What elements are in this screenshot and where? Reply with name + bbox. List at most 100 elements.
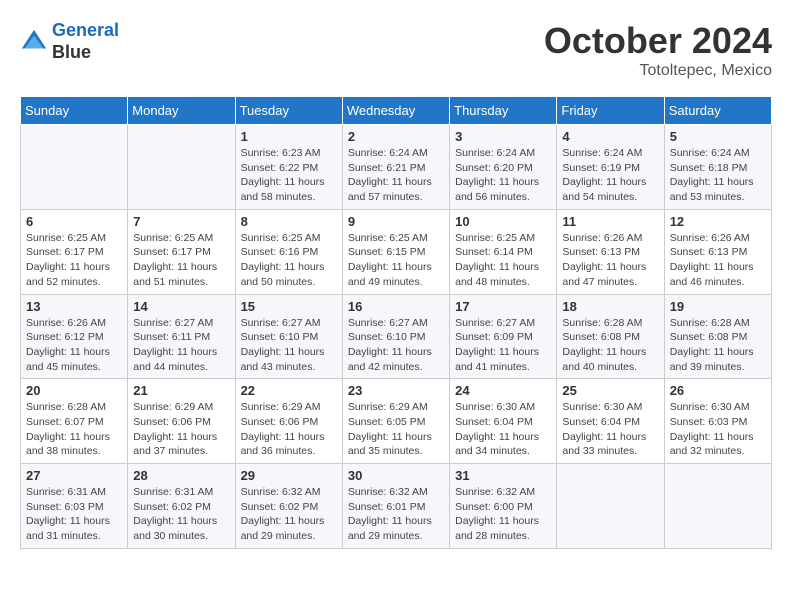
- calendar-body: 1Sunrise: 6:23 AM Sunset: 6:22 PM Daylig…: [21, 125, 772, 549]
- day-number: 21: [133, 383, 229, 398]
- day-detail: Sunrise: 6:24 AM Sunset: 6:21 PM Dayligh…: [348, 146, 444, 205]
- day-number: 22: [241, 383, 337, 398]
- calendar-cell: 2 Sunrise: 6:24 AM Sunset: 6:21 PM Daylig…: [342, 125, 449, 210]
- day-detail: Sunrise: 6:24 AM Sunset: 6:18 PM Dayligh…: [670, 146, 766, 205]
- calendar-cell: 22 Sunrise: 6:29 AM Sunset: 6:06 PM Dayli…: [235, 379, 342, 464]
- calendar-cell: 20 Sunrise: 6:28 AM Sunset: 6:07 PM Dayli…: [21, 379, 128, 464]
- day-number: 6: [26, 214, 122, 229]
- day-detail: Sunrise: 6:28 AM Sunset: 6:08 PM Dayligh…: [562, 316, 658, 375]
- day-number: 16: [348, 299, 444, 314]
- calendar-cell: 3 Sunrise: 6:24 AM Sunset: 6:20 PM Daylig…: [450, 125, 557, 210]
- day-number: 27: [26, 468, 122, 483]
- calendar-cell: 13 Sunrise: 6:26 AM Sunset: 6:12 PM Dayli…: [21, 294, 128, 379]
- day-number: 19: [670, 299, 766, 314]
- calendar-table: SundayMondayTuesdayWednesdayThursdayFrid…: [20, 96, 772, 549]
- day-detail: Sunrise: 6:27 AM Sunset: 6:10 PM Dayligh…: [241, 316, 337, 375]
- day-number: 4: [562, 129, 658, 144]
- day-number: 17: [455, 299, 551, 314]
- day-number: 31: [455, 468, 551, 483]
- day-number: 15: [241, 299, 337, 314]
- calendar-cell: 6Sunrise: 6:25 AM Sunset: 6:17 PM Daylig…: [21, 209, 128, 294]
- day-detail: Sunrise: 6:25 AM Sunset: 6:16 PM Dayligh…: [241, 231, 337, 290]
- day-detail: Sunrise: 6:32 AM Sunset: 6:02 PM Dayligh…: [241, 485, 337, 544]
- calendar-cell: 8 Sunrise: 6:25 AM Sunset: 6:16 PM Daylig…: [235, 209, 342, 294]
- calendar-cell: 5 Sunrise: 6:24 AM Sunset: 6:18 PM Daylig…: [664, 125, 771, 210]
- day-detail: Sunrise: 6:30 AM Sunset: 6:04 PM Dayligh…: [562, 400, 658, 459]
- day-of-week-header: Friday: [557, 97, 664, 125]
- day-number: 24: [455, 383, 551, 398]
- day-number: 8: [241, 214, 337, 229]
- day-number: 7: [133, 214, 229, 229]
- calendar-cell: 28 Sunrise: 6:31 AM Sunset: 6:02 PM Dayli…: [128, 464, 235, 549]
- day-number: 10: [455, 214, 551, 229]
- day-number: 5: [670, 129, 766, 144]
- day-detail: Sunrise: 6:31 AM Sunset: 6:02 PM Dayligh…: [133, 485, 229, 544]
- logo: General Blue: [20, 20, 119, 63]
- day-number: 11: [562, 214, 658, 229]
- day-detail: Sunrise: 6:29 AM Sunset: 6:05 PM Dayligh…: [348, 400, 444, 459]
- calendar-cell: 11 Sunrise: 6:26 AM Sunset: 6:13 PM Dayli…: [557, 209, 664, 294]
- day-detail: Sunrise: 6:27 AM Sunset: 6:11 PM Dayligh…: [133, 316, 229, 375]
- calendar-cell: 12Sunrise: 6:26 AM Sunset: 6:13 PM Dayli…: [664, 209, 771, 294]
- calendar-week-row: 13 Sunrise: 6:26 AM Sunset: 6:12 PM Dayli…: [21, 294, 772, 379]
- calendar-cell: 7 Sunrise: 6:25 AM Sunset: 6:17 PM Daylig…: [128, 209, 235, 294]
- calendar-cell: 24 Sunrise: 6:30 AM Sunset: 6:04 PM Dayli…: [450, 379, 557, 464]
- day-of-week-header: Saturday: [664, 97, 771, 125]
- day-detail: Sunrise: 6:24 AM Sunset: 6:19 PM Dayligh…: [562, 146, 658, 205]
- day-number: 20: [26, 383, 122, 398]
- calendar-cell: 15 Sunrise: 6:27 AM Sunset: 6:10 PM Dayli…: [235, 294, 342, 379]
- calendar-cell: 26 Sunrise: 6:30 AM Sunset: 6:03 PM Dayli…: [664, 379, 771, 464]
- calendar-cell: 23 Sunrise: 6:29 AM Sunset: 6:05 PM Dayli…: [342, 379, 449, 464]
- day-detail: Sunrise: 6:25 AM Sunset: 6:15 PM Dayligh…: [348, 231, 444, 290]
- calendar-cell: 21Sunrise: 6:29 AM Sunset: 6:06 PM Dayli…: [128, 379, 235, 464]
- day-number: 26: [670, 383, 766, 398]
- title-block: October 2024 Totoltepec, Mexico: [544, 20, 772, 80]
- calendar-cell: 4 Sunrise: 6:24 AM Sunset: 6:19 PM Daylig…: [557, 125, 664, 210]
- day-number: 2: [348, 129, 444, 144]
- day-of-week-header: Wednesday: [342, 97, 449, 125]
- day-detail: Sunrise: 6:32 AM Sunset: 6:00 PM Dayligh…: [455, 485, 551, 544]
- calendar-cell: 14 Sunrise: 6:27 AM Sunset: 6:11 PM Dayli…: [128, 294, 235, 379]
- day-number: 18: [562, 299, 658, 314]
- day-detail: Sunrise: 6:30 AM Sunset: 6:04 PM Dayligh…: [455, 400, 551, 459]
- day-detail: Sunrise: 6:30 AM Sunset: 6:03 PM Dayligh…: [670, 400, 766, 459]
- calendar-cell: 31 Sunrise: 6:32 AM Sunset: 6:00 PM Dayli…: [450, 464, 557, 549]
- day-number: 13: [26, 299, 122, 314]
- calendar-cell: 9Sunrise: 6:25 AM Sunset: 6:15 PM Daylig…: [342, 209, 449, 294]
- calendar-cell: 19Sunrise: 6:28 AM Sunset: 6:08 PM Dayli…: [664, 294, 771, 379]
- day-of-week-header: Sunday: [21, 97, 128, 125]
- calendar-week-row: 20 Sunrise: 6:28 AM Sunset: 6:07 PM Dayli…: [21, 379, 772, 464]
- calendar-cell: 1Sunrise: 6:23 AM Sunset: 6:22 PM Daylig…: [235, 125, 342, 210]
- calendar-header: SundayMondayTuesdayWednesdayThursdayFrid…: [21, 97, 772, 125]
- calendar-cell: 30Sunrise: 6:32 AM Sunset: 6:01 PM Dayli…: [342, 464, 449, 549]
- day-detail: Sunrise: 6:27 AM Sunset: 6:10 PM Dayligh…: [348, 316, 444, 375]
- logo-text: General Blue: [52, 20, 119, 63]
- day-detail: Sunrise: 6:31 AM Sunset: 6:03 PM Dayligh…: [26, 485, 122, 544]
- calendar-week-row: 1Sunrise: 6:23 AM Sunset: 6:22 PM Daylig…: [21, 125, 772, 210]
- calendar-cell: [664, 464, 771, 549]
- calendar-cell: [557, 464, 664, 549]
- calendar-cell: [128, 125, 235, 210]
- day-number: 23: [348, 383, 444, 398]
- day-header-row: SundayMondayTuesdayWednesdayThursdayFrid…: [21, 97, 772, 125]
- day-detail: Sunrise: 6:26 AM Sunset: 6:13 PM Dayligh…: [562, 231, 658, 290]
- day-number: 29: [241, 468, 337, 483]
- day-detail: Sunrise: 6:25 AM Sunset: 6:14 PM Dayligh…: [455, 231, 551, 290]
- logo-icon: [20, 28, 48, 56]
- day-number: 28: [133, 468, 229, 483]
- day-of-week-header: Thursday: [450, 97, 557, 125]
- day-detail: Sunrise: 6:29 AM Sunset: 6:06 PM Dayligh…: [241, 400, 337, 459]
- calendar-cell: 25 Sunrise: 6:30 AM Sunset: 6:04 PM Dayli…: [557, 379, 664, 464]
- day-detail: Sunrise: 6:26 AM Sunset: 6:12 PM Dayligh…: [26, 316, 122, 375]
- calendar-cell: 18 Sunrise: 6:28 AM Sunset: 6:08 PM Dayli…: [557, 294, 664, 379]
- day-detail: Sunrise: 6:25 AM Sunset: 6:17 PM Dayligh…: [133, 231, 229, 290]
- day-detail: Sunrise: 6:23 AM Sunset: 6:22 PM Dayligh…: [241, 146, 337, 205]
- month-title: October 2024: [544, 20, 772, 62]
- day-number: 3: [455, 129, 551, 144]
- day-detail: Sunrise: 6:26 AM Sunset: 6:13 PM Dayligh…: [670, 231, 766, 290]
- page-header: General Blue October 2024 Totoltepec, Me…: [20, 20, 772, 80]
- day-number: 25: [562, 383, 658, 398]
- day-number: 14: [133, 299, 229, 314]
- day-detail: Sunrise: 6:24 AM Sunset: 6:20 PM Dayligh…: [455, 146, 551, 205]
- day-detail: Sunrise: 6:28 AM Sunset: 6:07 PM Dayligh…: [26, 400, 122, 459]
